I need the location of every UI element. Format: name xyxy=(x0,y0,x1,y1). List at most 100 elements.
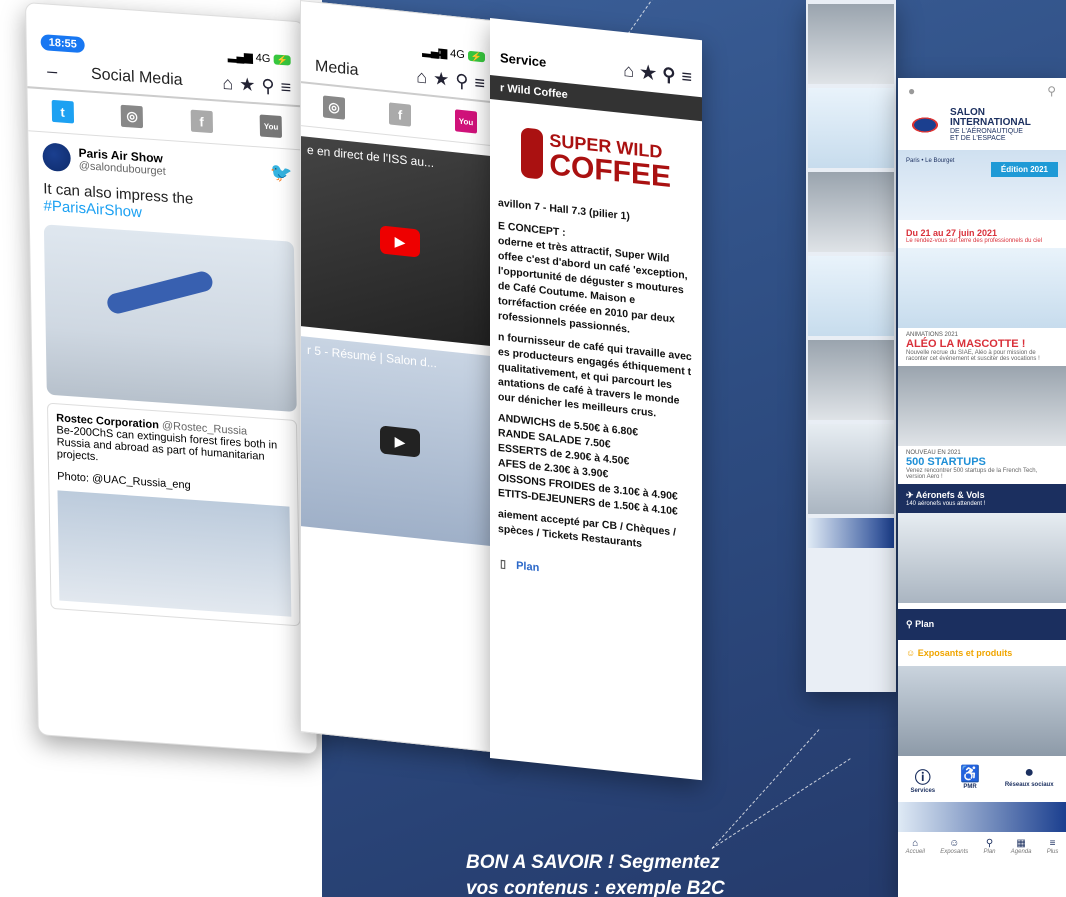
mascot-image[interactable] xyxy=(898,248,1066,328)
nav-more[interactable]: ≡ Plus xyxy=(1047,838,1059,855)
event-dates: Du 21 au 27 juin 2021 xyxy=(906,228,998,238)
nav-label: Exposants xyxy=(940,849,969,855)
info-icon: ⓘ xyxy=(914,770,931,787)
phone-social-media: 18:55 ▂▄▆ 4G ⚡ – Social Media ⌂ ★ ⚲ ≡ t ◎ f … xyxy=(25,2,318,755)
instagram-icon[interactable]: ◎ xyxy=(120,104,144,129)
youtube-icon[interactable]: You xyxy=(259,114,283,139)
callout-line: BON A SAVOIR ! Segmentez xyxy=(466,852,720,873)
mirrored-tile xyxy=(808,256,894,336)
event-tagline: Le rendez-vous sur terre des professionn… xyxy=(906,238,1043,244)
pointer-line xyxy=(439,14,441,75)
pmr-link[interactable]: ♿ PMR xyxy=(960,764,980,794)
chat-icon: ● xyxy=(1024,764,1035,781)
facebook-icon[interactable]: f xyxy=(389,102,411,127)
concept-text: oderne et très attractif, Super Wild off… xyxy=(498,234,688,336)
link-label: Services xyxy=(910,788,936,794)
quick-links: ⓘ Services ♿ PMR ● Réseaux sociaux xyxy=(898,756,1066,802)
card-title: ALÉO LA MASCOTTE ! xyxy=(906,338,1026,350)
bottom-nav: ⌂ Accueil ☺ Exposants ⚲ Plan ▦ Agenda ≡ Plus xyxy=(898,832,1066,861)
star-icon[interactable]: ★ xyxy=(640,62,656,84)
mirrored-photo xyxy=(808,340,894,420)
twitter-bird-icon: 🐦 xyxy=(270,161,293,184)
services-link[interactable]: ⓘ Services xyxy=(910,764,935,794)
mirrored-banner xyxy=(808,518,894,548)
salon-logo-icon xyxy=(906,114,944,136)
facebook-icon[interactable]: f xyxy=(190,109,213,134)
user-icon[interactable]: ● xyxy=(908,84,915,98)
page-title: Social Media xyxy=(90,65,183,89)
exhibitors-section[interactable]: ☺ Exposants et produits xyxy=(898,640,1066,666)
pin-icon: ⚲ xyxy=(985,838,994,849)
brand-line: INTERNATIONAL xyxy=(950,117,1031,128)
pin-icon: ⚲ xyxy=(906,619,916,629)
menu-icon[interactable]: ≡ xyxy=(474,72,485,93)
mascot-card[interactable]: ANIMATIONS 2021 ALÉO LA MASCOTTE ! Nouve… xyxy=(898,328,1066,366)
plan-section[interactable]: ⚲ Plan xyxy=(898,609,1066,640)
mirrored-photo xyxy=(808,4,894,84)
phone-app-mirrored xyxy=(806,0,896,692)
section-title: Exposants et produits xyxy=(917,648,1013,658)
instagram-icon[interactable]: ◎ xyxy=(323,95,345,120)
card-sub: Nouvelle recrue du SIAE, Aléo à pour mis… xyxy=(906,350,1040,362)
signal-icon: ▂▄▆ xyxy=(422,44,448,60)
home-icon: ⌂ xyxy=(912,838,919,849)
people-icon: ☺ xyxy=(906,648,918,658)
twitter-icon[interactable]: t xyxy=(51,99,74,124)
tweet-image[interactable] xyxy=(43,224,297,413)
aircraft-image[interactable] xyxy=(898,513,1066,603)
quoted-tweet[interactable]: Rostec Corporation @Rostec_Russia Be-200… xyxy=(46,402,301,627)
menu-icon[interactable]: ≡ xyxy=(681,66,692,87)
search-icon[interactable]: ⚲ xyxy=(455,70,468,91)
card-sub: Venez rencontrer 500 startups de la Fren… xyxy=(906,468,1038,480)
phone-service-detail: Service ⌂ ★ ⚲ ≡ r Wild Coffee SUPER WILD COF… xyxy=(490,18,702,781)
youtube-icon[interactable]: You xyxy=(455,109,477,134)
nav-agenda[interactable]: ▦ Agenda xyxy=(1011,838,1032,855)
aircraft-section[interactable]: ✈ Aéronefs & Vols 140 aéronefs vous atte… xyxy=(898,484,1066,513)
nav-label: Accueil xyxy=(905,849,925,855)
nav-exhibitors[interactable]: ☺ Exposants xyxy=(940,838,968,855)
clock: 18:55 xyxy=(40,34,85,54)
mirrored-plane xyxy=(808,424,894,514)
network-label: 4G xyxy=(450,47,465,62)
search-icon[interactable]: ⚲ xyxy=(1047,84,1056,98)
home-icon[interactable]: ⌂ xyxy=(416,66,427,87)
more-icon: ≡ xyxy=(1049,838,1056,849)
callout-line: vos contenus : exemple B2C xyxy=(466,878,725,897)
back-icon[interactable]: – xyxy=(47,61,57,83)
brand-header: SALON INTERNATIONAL DE L'AÉRONAUTIQUE ET… xyxy=(898,104,1066,146)
search-icon[interactable]: ⚲ xyxy=(662,64,675,85)
video-summary[interactable]: r 5 - Résumé | Salon d... ▶ xyxy=(301,336,499,547)
link-label: PMR xyxy=(963,784,977,790)
exhibitors-image[interactable] xyxy=(898,666,1066,756)
play-icon[interactable]: ▶ xyxy=(380,425,420,458)
page-title: Media xyxy=(315,57,359,79)
hero-banner: Paris • Le Bourget Édition 2021 xyxy=(898,150,1066,220)
menu-icon[interactable]: ≡ xyxy=(280,77,291,98)
calendar-icon: ▦ xyxy=(1016,838,1026,849)
hero-location: Paris • Le Bourget xyxy=(906,158,955,164)
quote-image xyxy=(57,490,292,617)
play-icon[interactable]: ▶ xyxy=(380,225,420,258)
ad-banner[interactable] xyxy=(898,802,1066,832)
phone-video-media: ▂▄▆ 4G ⚡ Media ⌂ ★ ⚲ ≡ ◎ f You e en direct d… xyxy=(300,0,500,754)
app-top-bar: ● ⚲ xyxy=(898,78,1066,104)
tweet-card[interactable]: Paris Air Show @salondubourget 🐦 It can … xyxy=(28,131,314,637)
section-title: Aéronefs & Vols xyxy=(915,490,985,500)
home-icon[interactable]: ⌂ xyxy=(623,60,634,81)
battery-icon: ⚡ xyxy=(273,53,291,66)
battery-icon: ⚡ xyxy=(467,50,485,63)
social-link[interactable]: ● Réseaux sociaux xyxy=(1005,764,1054,794)
nav-home[interactable]: ⌂ Accueil xyxy=(906,838,925,855)
video-iss[interactable]: e en direct de l'ISS au... ▶ xyxy=(301,136,499,347)
phone-app-home: ● ⚲ SALON INTERNATIONAL DE L'AÉRONAUTIQU… xyxy=(898,78,1066,897)
brand-line: DE L'AÉRONAUTIQUE xyxy=(950,128,1023,135)
star-icon[interactable]: ★ xyxy=(433,68,449,90)
people-icon: ☺ xyxy=(949,838,960,849)
search-icon[interactable]: ⚲ xyxy=(261,76,275,97)
star-icon[interactable]: ★ xyxy=(239,74,255,95)
startups-card[interactable]: NOUVEAU EN 2021 500 STARTUPS Venez renco… xyxy=(898,446,1066,484)
nav-plan[interactable]: ⚲ Plan xyxy=(984,838,996,855)
startups-image[interactable] xyxy=(898,366,1066,446)
home-icon[interactable]: ⌂ xyxy=(222,73,233,94)
plan-label: Plan xyxy=(516,559,540,574)
